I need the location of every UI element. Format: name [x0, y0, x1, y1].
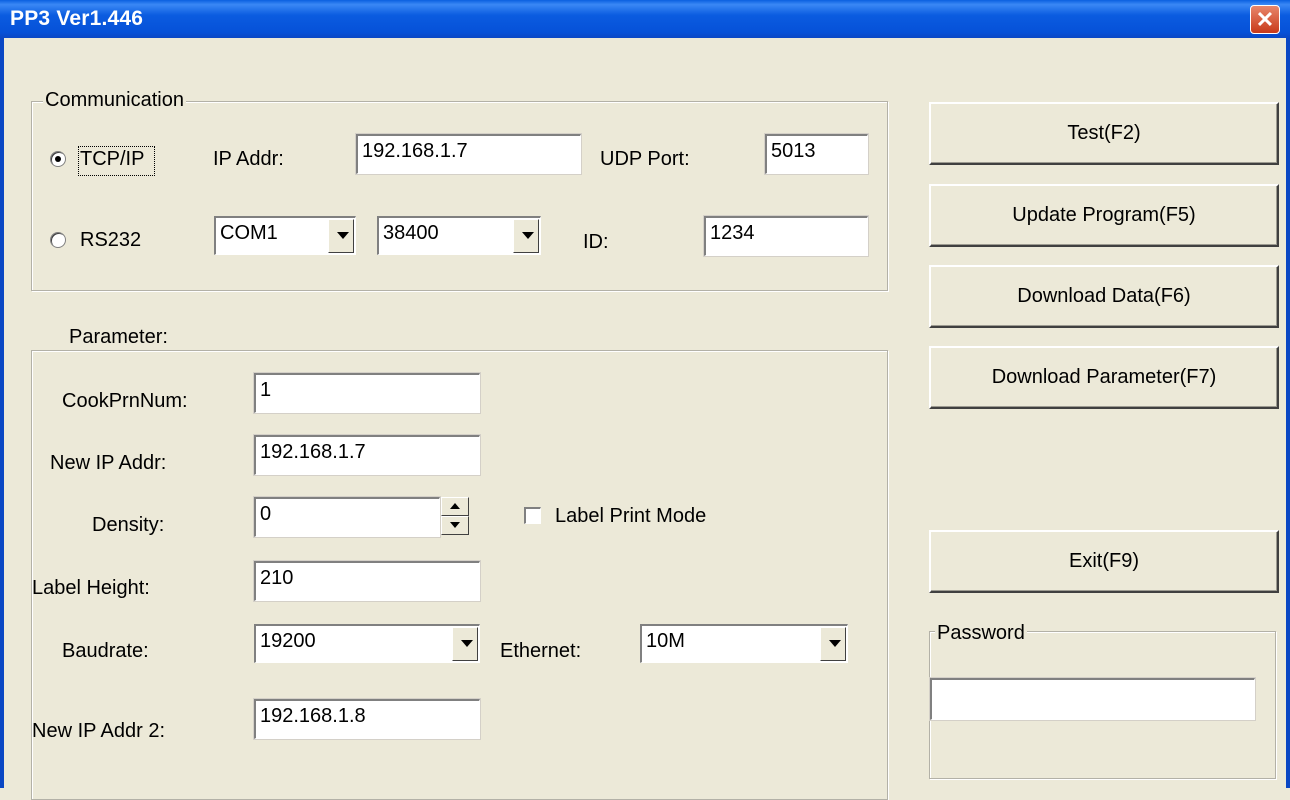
- baudrate-value: 19200: [260, 630, 316, 652]
- chevron-down-icon[interactable]: [513, 219, 539, 253]
- window-frame-left: [0, 38, 4, 788]
- password-legend: Password: [935, 622, 1027, 645]
- new-ip-label: New IP Addr:: [50, 452, 167, 474]
- com-port-value: COM1: [220, 222, 278, 244]
- baud-value: 38400: [383, 222, 439, 244]
- udp-port-label: UDP Port:: [600, 148, 690, 170]
- window-title: PP3 Ver1.446: [10, 7, 144, 30]
- password-input[interactable]: [929, 677, 1256, 721]
- close-icon[interactable]: ✕: [1250, 5, 1280, 34]
- chevron-down-icon[interactable]: [820, 627, 846, 661]
- download-parameter-button[interactable]: Download Parameter(F7): [929, 346, 1279, 409]
- download-data-button-label: Download Data(F6): [1017, 285, 1191, 307]
- communication-group: [31, 101, 888, 291]
- id-input[interactable]: 1234: [703, 215, 869, 257]
- udp-port-input[interactable]: 5013: [764, 133, 869, 175]
- density-input[interactable]: 0: [253, 496, 441, 538]
- update-program-button[interactable]: Update Program(F5): [929, 184, 1279, 247]
- baud-select[interactable]: 38400: [377, 216, 541, 255]
- com-port-select[interactable]: COM1: [214, 216, 356, 255]
- ethernet-select[interactable]: 10M: [640, 624, 848, 663]
- update-program-button-label: Update Program(F5): [1012, 204, 1196, 226]
- ip-addr-label: IP Addr:: [213, 148, 284, 170]
- label-print-mode-checkbox[interactable]: [524, 507, 541, 524]
- communication-legend: Communication: [43, 89, 186, 112]
- exit-button[interactable]: Exit(F9): [929, 530, 1279, 593]
- chevron-down-icon[interactable]: [452, 627, 478, 661]
- rs232-radio[interactable]: [50, 232, 66, 248]
- test-button[interactable]: Test(F2): [929, 102, 1279, 165]
- new-ip2-label: New IP Addr 2:: [32, 720, 166, 742]
- baudrate-label: Baudrate:: [62, 640, 149, 662]
- ip-addr-input[interactable]: 192.168.1.7: [355, 133, 582, 175]
- baudrate-select[interactable]: 19200: [254, 624, 480, 663]
- label-height-input[interactable]: 210: [253, 560, 481, 602]
- spin-up-icon[interactable]: [441, 497, 469, 516]
- rs232-label[interactable]: RS232: [80, 229, 141, 252]
- exit-button-label: Exit(F9): [1069, 550, 1139, 572]
- density-stepper[interactable]: [441, 497, 471, 537]
- ethernet-label: Ethernet:: [500, 640, 582, 662]
- spin-down-icon[interactable]: [441, 516, 469, 535]
- label-height-label: Label Height:: [32, 577, 150, 599]
- density-label: Density:: [92, 514, 165, 536]
- id-label: ID:: [583, 231, 609, 253]
- parameter-legend: Parameter:: [67, 326, 170, 349]
- window-frame-right: [1286, 38, 1290, 788]
- title-bar[interactable]: PP3 Ver1.446 ✕: [0, 0, 1290, 38]
- new-ip2-input[interactable]: 192.168.1.8: [253, 698, 481, 740]
- ethernet-value: 10M: [646, 630, 685, 652]
- download-data-button[interactable]: Download Data(F6): [929, 265, 1279, 328]
- cook-prn-num-input[interactable]: 1: [253, 372, 481, 414]
- label-print-mode-label[interactable]: Label Print Mode: [555, 505, 706, 528]
- test-button-label: Test(F2): [1067, 122, 1141, 144]
- tcpip-radio[interactable]: [50, 151, 66, 167]
- new-ip-input[interactable]: 192.168.1.7: [253, 434, 481, 476]
- cook-prn-num-label: CookPrnNum:: [62, 390, 188, 412]
- download-parameter-button-label: Download Parameter(F7): [991, 366, 1217, 388]
- chevron-down-icon[interactable]: [328, 219, 354, 253]
- tcpip-focus-rect: [78, 146, 155, 176]
